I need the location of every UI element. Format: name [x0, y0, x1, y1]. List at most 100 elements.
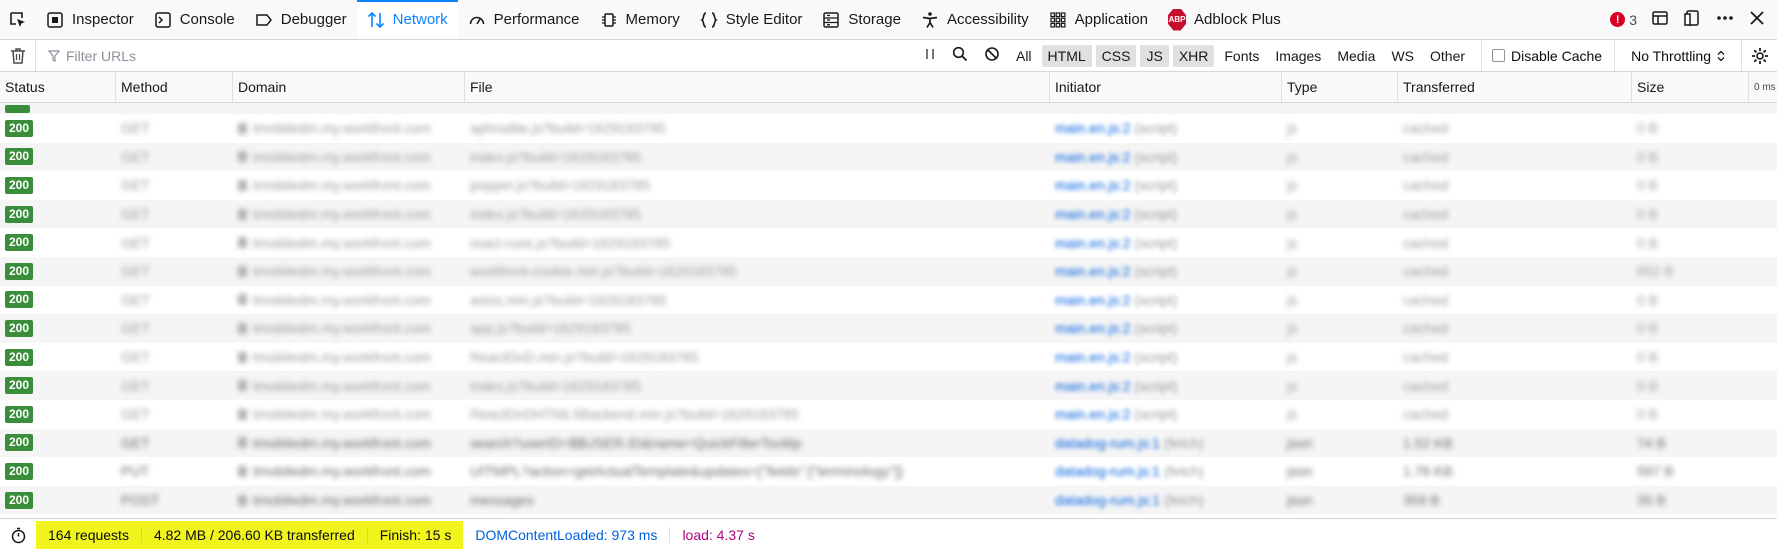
- initiator-link[interactable]: main.en.js:2: [1055, 177, 1130, 193]
- tab-memory[interactable]: Memory: [590, 0, 690, 39]
- pause-recording-button[interactable]: [924, 47, 936, 64]
- table-row[interactable]: 200 GET tmobiledm.my.workfront.com ReactDnD…: [0, 400, 1777, 429]
- table-row[interactable]: 200 PUT tmobiledm.my.workfront.com UITMPL?a…: [0, 457, 1777, 486]
- error-count-indicator[interactable]: ! 3: [1610, 12, 1637, 28]
- initiator-link[interactable]: main.en.js:2: [1055, 292, 1130, 308]
- initiator-link[interactable]: main.en.js:2: [1055, 349, 1130, 365]
- column-header-initiator[interactable]: Initiator: [1050, 72, 1282, 102]
- table-row[interactable]: 200 GET tmobiledm.my.workfront.com app.js?b…: [0, 314, 1777, 343]
- table-row[interactable]: 200 GET tmobiledm.my.workfront.com index.js…: [0, 199, 1777, 229]
- table-row[interactable]: 200 GET tmobiledm.my.workfront.com popper.j…: [0, 171, 1777, 200]
- tab-storage[interactable]: Storage: [812, 0, 911, 39]
- throttling-select[interactable]: No Throttling: [1614, 40, 1741, 71]
- column-header-status[interactable]: Status: [0, 72, 116, 102]
- initiator-cell: main.en.js:2 (script): [1050, 200, 1282, 229]
- column-header-size[interactable]: Size: [1632, 72, 1749, 102]
- filter-urls-input[interactable]: [66, 47, 766, 64]
- initiator-cause: (script): [1134, 177, 1178, 194]
- filter-type-fonts[interactable]: Fonts: [1218, 45, 1265, 67]
- transferred-cell: cached: [1403, 177, 1449, 194]
- initiator-link[interactable]: main.en.js:2: [1055, 378, 1130, 394]
- initiator-link[interactable]: datadog-rum.js:1: [1055, 435, 1160, 451]
- table-row[interactable]: 200 GET tmobiledm.my.workfront.com ReactDnD…: [0, 343, 1777, 372]
- column-header-transferred[interactable]: Transferred: [1398, 72, 1632, 102]
- network-summary-bar: 164 requests 4.82 MB / 206.60 KB transfe…: [0, 518, 1777, 551]
- initiator-link[interactable]: main.en.js:2: [1055, 149, 1130, 165]
- tab-label: Performance: [493, 11, 580, 28]
- tab-application[interactable]: Application: [1039, 0, 1158, 39]
- type-cell: js: [1287, 234, 1298, 251]
- table-row-partial[interactable]: [0, 103, 1777, 114]
- tab-performance[interactable]: Performance: [458, 0, 590, 39]
- waterfall-cell: [1749, 114, 1777, 143]
- initiator-link[interactable]: main.en.js:2: [1055, 206, 1130, 222]
- table-row[interactable]: 200 GET tmobiledm.my.workfront.com workfron…: [0, 256, 1777, 286]
- network-settings-button[interactable]: [1741, 40, 1777, 71]
- file-cell: app.js?build=1629183785: [470, 320, 631, 337]
- table-row[interactable]: 200 GET tmobiledm.my.workfront.com aphrodit…: [0, 114, 1777, 143]
- table-row[interactable]: 200 GET tmobiledm.my.workfront.com index.js…: [0, 142, 1777, 172]
- method-cell: GET: [121, 120, 150, 137]
- filter-type-ws[interactable]: WS: [1385, 45, 1420, 67]
- size-cell: 0 B: [1637, 406, 1659, 423]
- filter-type-media[interactable]: Media: [1331, 45, 1381, 67]
- request-blocking-button[interactable]: [984, 46, 1000, 65]
- tab-console[interactable]: Console: [144, 0, 245, 39]
- table-row[interactable]: 200 POST tmobiledm.my.workfront.com message…: [0, 485, 1777, 515]
- performance-analysis-button[interactable]: [0, 527, 36, 544]
- filter-type-all[interactable]: All: [1010, 45, 1038, 67]
- column-header-waterfall[interactable]: 0 ms: [1749, 72, 1777, 102]
- tab-network[interactable]: Network: [356, 0, 458, 39]
- initiator-link[interactable]: main.en.js:2: [1055, 320, 1130, 336]
- requests-table-header: Status Method Domain File Initiator Type…: [0, 72, 1777, 103]
- size-cell: 74 B: [1637, 434, 1666, 451]
- application-icon: [1049, 11, 1067, 29]
- clear-requests-button[interactable]: [0, 40, 36, 71]
- tab-accessibility[interactable]: Accessibility: [911, 0, 1039, 39]
- filter-type-images[interactable]: Images: [1269, 45, 1327, 67]
- file-cell: index.js?build=1629183785: [470, 377, 641, 394]
- domain-cell: tmobiledm.my.workfront.com: [233, 114, 465, 143]
- initiator-cause: (script): [1134, 148, 1178, 165]
- column-header-domain[interactable]: Domain: [233, 72, 465, 102]
- initiator-link[interactable]: datadog-rum.js:1: [1055, 492, 1160, 508]
- element-picker-button[interactable]: [0, 0, 36, 39]
- filter-type-js[interactable]: JS: [1140, 44, 1169, 67]
- more-options-button[interactable]: [1715, 9, 1735, 30]
- initiator-link[interactable]: main.en.js:2: [1055, 406, 1130, 422]
- initiator-link[interactable]: main.en.js:2: [1055, 263, 1130, 279]
- table-row[interactable]: 200 GET tmobiledm.my.workfront.com search?u…: [0, 428, 1777, 458]
- tab-inspector[interactable]: Inspector: [36, 0, 144, 39]
- status-cell: 200: [0, 228, 116, 257]
- tab-adblock-plus[interactable]: ABP Adblock Plus: [1158, 0, 1291, 39]
- tab-style-editor[interactable]: Style Editor: [690, 0, 813, 39]
- tab-debugger[interactable]: Debugger: [245, 0, 357, 39]
- initiator-link[interactable]: main.en.js:2: [1055, 120, 1130, 136]
- lock-icon: [238, 265, 247, 277]
- disable-cache-checkbox[interactable]: [1492, 49, 1506, 62]
- initiator-link[interactable]: main.en.js:2: [1055, 235, 1130, 251]
- column-header-type[interactable]: Type: [1282, 72, 1398, 102]
- lock-icon: [238, 294, 247, 306]
- dock-options-button[interactable]: [1683, 9, 1701, 30]
- table-row[interactable]: 200 GET tmobiledm.my.workfront.com react-co…: [0, 228, 1777, 257]
- initiator-link[interactable]: datadog-rum.js:1: [1055, 463, 1160, 479]
- filter-type-css[interactable]: CSS: [1095, 44, 1137, 67]
- initiator-cell: main.en.js:2 (script): [1050, 286, 1282, 315]
- filter-type-html[interactable]: HTML: [1041, 44, 1092, 67]
- search-button[interactable]: [952, 46, 968, 65]
- filter-type-other[interactable]: Other: [1424, 45, 1471, 67]
- close-devtools-button[interactable]: [1749, 10, 1765, 29]
- tab-label: Style Editor: [725, 11, 803, 28]
- domain-text: tmobiledm.my.workfront.com: [253, 434, 431, 451]
- filter-type-xhr[interactable]: XHR: [1172, 44, 1215, 67]
- transferred-cell: cached: [1403, 377, 1449, 394]
- table-row[interactable]: 200 GET tmobiledm.my.workfront.com axios.mi…: [0, 286, 1777, 315]
- split-console-button[interactable]: [1651, 9, 1669, 30]
- file-cell: search?userID=$$USER.ID&name=QuickFilter…: [470, 434, 802, 451]
- disable-cache-toggle[interactable]: Disable Cache: [1481, 40, 1614, 71]
- column-header-file[interactable]: File: [465, 72, 1050, 102]
- size-cell: 35 B: [1637, 492, 1666, 509]
- column-header-method[interactable]: Method: [116, 72, 233, 102]
- table-row[interactable]: 200 GET tmobiledm.my.workfront.com index.js…: [0, 371, 1777, 400]
